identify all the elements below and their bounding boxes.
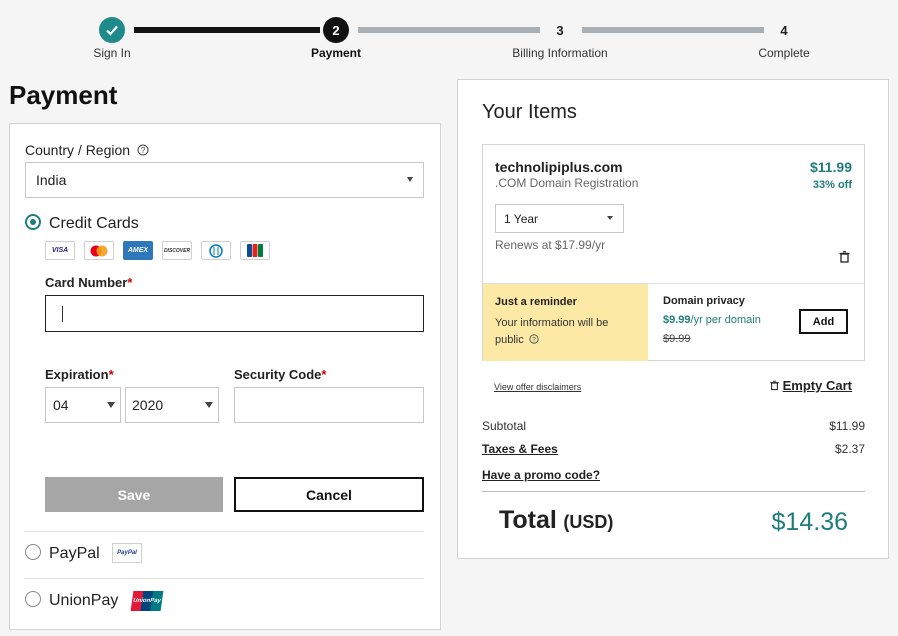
empty-cart-button[interactable]: Empty Cart	[770, 378, 852, 393]
unionpay-radio[interactable]	[25, 591, 41, 607]
card-number-input[interactable]	[45, 295, 424, 332]
taxes-value: $2.37	[834, 442, 865, 456]
amex-logo: AMEX	[123, 241, 153, 260]
diners-logo	[201, 241, 231, 260]
divider	[482, 491, 865, 492]
cart-item: technolipiplus.com .COM Domain Registrat…	[482, 144, 865, 361]
step-2-circle: 2	[323, 17, 349, 43]
trash-icon[interactable]	[839, 251, 850, 263]
item-description: .COM Domain Registration	[495, 176, 639, 190]
step-3-number: 3	[556, 22, 564, 38]
cancel-button[interactable]: Cancel	[234, 477, 424, 512]
payment-form-card: Country / Region ? India Credit Cards VI…	[9, 123, 441, 630]
text-cursor	[62, 306, 63, 322]
item-discount: 33% off	[812, 179, 852, 191]
privacy-old-price: $9.99	[663, 333, 691, 345]
privacy-title: Domain privacy	[663, 295, 745, 307]
add-privacy-button[interactable]: Add	[799, 309, 848, 334]
discover-logo: DISCOVER	[162, 241, 192, 260]
subtotal-row: Subtotal $11.99	[482, 419, 865, 433]
step-connector-done	[134, 27, 320, 33]
item-name: technolipiplus.com	[495, 159, 623, 175]
divider	[24, 578, 424, 579]
unionpay-logo: UnionPay	[130, 591, 164, 611]
security-code-label: Security Code*	[234, 367, 327, 382]
privacy-reminder: Just a reminder Your information will be…	[483, 284, 648, 361]
chevron-down-icon	[107, 402, 115, 408]
promo-row: Have a promo code?	[482, 468, 865, 482]
chevron-down-icon	[205, 402, 213, 408]
card-number-label: Card Number*	[45, 275, 133, 290]
subtotal-value: $11.99	[829, 419, 865, 433]
trash-icon	[770, 380, 779, 391]
step-connector	[358, 27, 540, 33]
chevron-down-icon	[607, 215, 613, 220]
svg-text:?: ?	[532, 337, 536, 344]
expiration-month-select[interactable]: 04	[45, 387, 121, 423]
term-select[interactable]: 1 Year	[495, 204, 624, 233]
security-code-input[interactable]	[234, 387, 424, 423]
country-label: Country / Region ?	[25, 142, 149, 158]
taxes-row: Taxes & Fees $2.37	[482, 442, 865, 456]
expiration-year-select[interactable]: 2020	[125, 387, 219, 423]
item-price: $11.99	[809, 159, 852, 175]
expiration-month-value: 04	[53, 397, 69, 413]
step-connector	[582, 27, 764, 33]
step-label-sign-in: Sign In	[93, 46, 131, 60]
renewal-note: Renews at $17.99/yr	[495, 238, 606, 252]
svg-text:?: ?	[141, 146, 146, 155]
term-select-value: 1 Year	[504, 211, 539, 226]
reminder-text: Your information will be public ?	[495, 317, 609, 346]
checkout-stepper: Sign In 2 Payment 3 Billing Information …	[0, 0, 898, 72]
taxes-fees-link[interactable]: Taxes & Fees	[482, 442, 558, 456]
page-title: Payment	[9, 80, 118, 110]
step-label-billing: Billing Information	[512, 46, 608, 60]
jcb-logo	[240, 241, 270, 260]
credit-cards-label: Credit Cards	[49, 215, 139, 232]
check-icon	[106, 25, 118, 36]
total-label: Total (USD)	[499, 506, 614, 534]
offer-disclaimers-link[interactable]: View offer disclaimers	[494, 382, 581, 392]
paypal-label: PayPal	[49, 545, 100, 562]
country-select-value: India	[36, 172, 67, 188]
paypal-logo: PayPal	[112, 543, 142, 563]
privacy-price: $9.99/yr per domain	[663, 314, 761, 326]
help-icon[interactable]: ?	[137, 144, 149, 156]
mastercard-logo	[84, 241, 114, 260]
step-label-payment: Payment	[310, 46, 362, 60]
cart-card: Your Items technolipiplus.com .COM Domai…	[457, 79, 889, 559]
total-value: $14.36	[771, 508, 848, 536]
reminder-title: Just a reminder	[495, 296, 577, 308]
expiration-year-value: 2020	[132, 397, 164, 413]
paypal-radio[interactable]	[25, 544, 41, 560]
subtotal-label: Subtotal	[482, 419, 527, 433]
visa-logo: VISA	[45, 241, 75, 260]
credit-cards-radio[interactable]	[25, 214, 41, 230]
chevron-down-icon	[407, 177, 413, 182]
country-select[interactable]: India	[25, 162, 424, 198]
help-icon[interactable]: ?	[529, 334, 539, 344]
divider	[24, 531, 424, 532]
step-label-complete: Complete	[758, 46, 810, 60]
promo-code-link[interactable]: Have a promo code?	[482, 468, 600, 482]
unionpay-label: UnionPay	[49, 592, 119, 609]
cart-title: Your Items	[482, 101, 577, 123]
step-1-check-icon	[99, 17, 125, 43]
step-4-number: 4	[780, 22, 788, 38]
save-button[interactable]: Save	[45, 477, 223, 512]
expiration-label: Expiration*	[45, 367, 114, 382]
